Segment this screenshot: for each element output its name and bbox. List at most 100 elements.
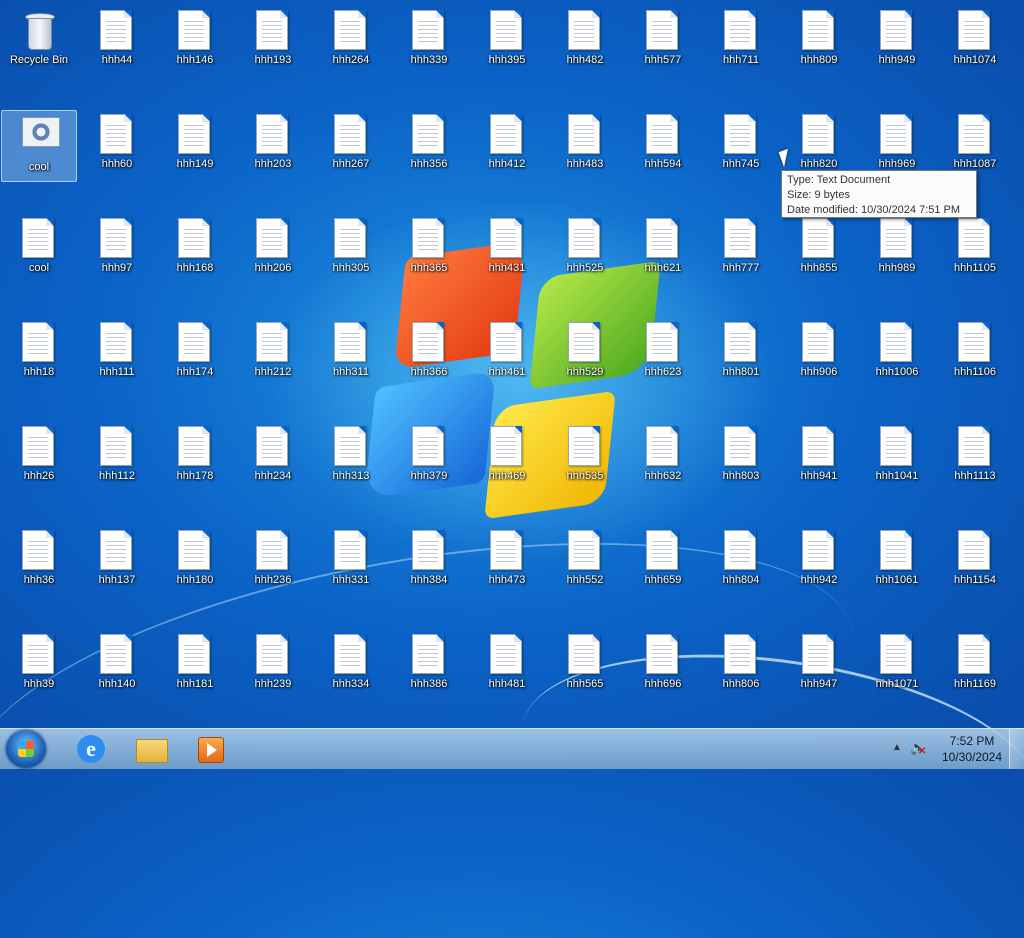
- desktop-icon[interactable]: hhh804: [703, 526, 779, 598]
- desktop-icon[interactable]: hhh1105: [937, 214, 1013, 286]
- desktop-icon[interactable]: hhh1154: [937, 526, 1013, 598]
- desktop-icon[interactable]: hhh313: [313, 422, 389, 494]
- desktop-icon[interactable]: hhh60: [79, 110, 155, 182]
- desktop-icon[interactable]: hhh525: [547, 214, 623, 286]
- desktop-icon[interactable]: hhh431: [469, 214, 545, 286]
- desktop-icon[interactable]: hhh97: [79, 214, 155, 286]
- desktop-icon[interactable]: hhh1106: [937, 318, 1013, 390]
- desktop-icon[interactable]: hhh1169: [937, 630, 1013, 702]
- clock[interactable]: 7:52 PM 10/30/2024: [936, 733, 1008, 765]
- desktop-icon[interactable]: hhh1074: [937, 6, 1013, 78]
- desktop-icon[interactable]: hhh659: [625, 526, 701, 598]
- desktop-icon[interactable]: hhh949: [859, 6, 935, 78]
- desktop-icon[interactable]: hhh594: [625, 110, 701, 182]
- desktop-icon[interactable]: hhh947: [781, 630, 857, 702]
- desktop-icon[interactable]: hhh174: [157, 318, 233, 390]
- desktop-icon[interactable]: hhh745: [703, 110, 779, 182]
- desktop-icon[interactable]: hhh239: [235, 630, 311, 702]
- desktop-icon[interactable]: hhh365: [391, 214, 467, 286]
- taskbar-media-player[interactable]: [184, 731, 238, 767]
- desktop-icon[interactable]: hhh803: [703, 422, 779, 494]
- desktop-icon[interactable]: hhh1006: [859, 318, 935, 390]
- desktop-icon[interactable]: hhh137: [79, 526, 155, 598]
- desktop-icon[interactable]: hhh206: [235, 214, 311, 286]
- desktop-icon[interactable]: hhh855: [781, 214, 857, 286]
- start-button[interactable]: [6, 730, 46, 768]
- desktop-icon[interactable]: cool: [1, 214, 77, 286]
- desktop-icon[interactable]: hhh395: [469, 6, 545, 78]
- desktop-icon[interactable]: hhh264: [313, 6, 389, 78]
- desktop-icon[interactable]: hhh386: [391, 630, 467, 702]
- desktop-icon[interactable]: hhh1061: [859, 526, 935, 598]
- desktop-icon[interactable]: hhh696: [625, 630, 701, 702]
- desktop-icon[interactable]: hhh481: [469, 630, 545, 702]
- desktop-icon[interactable]: hhh331: [313, 526, 389, 598]
- desktop-icon[interactable]: hhh379: [391, 422, 467, 494]
- desktop-icon[interactable]: hhh112: [79, 422, 155, 494]
- desktop-icon[interactable]: hhh529: [547, 318, 623, 390]
- desktop-icon-label: hhh366: [410, 366, 448, 378]
- desktop-icon[interactable]: hhh941: [781, 422, 857, 494]
- desktop-icon[interactable]: hhh39: [1, 630, 77, 702]
- show-hidden-icons-button[interactable]: ▲: [892, 742, 902, 753]
- desktop-icon[interactable]: hhh193: [235, 6, 311, 78]
- volume-muted-icon[interactable]: 🔈 ✕: [910, 741, 926, 758]
- desktop-icon[interactable]: hhh1113: [937, 422, 1013, 494]
- desktop-icon[interactable]: hhh366: [391, 318, 467, 390]
- desktop-icon[interactable]: hhh168: [157, 214, 233, 286]
- desktop-icon[interactable]: hhh305: [313, 214, 389, 286]
- desktop-icon[interactable]: hhh632: [625, 422, 701, 494]
- desktop-icon[interactable]: hhh809: [781, 6, 857, 78]
- desktop-icon[interactable]: hhh552: [547, 526, 623, 598]
- taskbar-windows-explorer[interactable]: [124, 731, 178, 767]
- desktop-icon[interactable]: hhh234: [235, 422, 311, 494]
- desktop-icon[interactable]: hhh906: [781, 318, 857, 390]
- desktop-icon[interactable]: hhh565: [547, 630, 623, 702]
- desktop-icon[interactable]: hhh236: [235, 526, 311, 598]
- desktop-icon[interactable]: hhh1041: [859, 422, 935, 494]
- media-player-icon: [198, 737, 224, 763]
- desktop-icon[interactable]: hhh267: [313, 110, 389, 182]
- text-document-icon: [334, 426, 368, 466]
- desktop-icon[interactable]: hhh942: [781, 526, 857, 598]
- desktop-icon[interactable]: hhh473: [469, 526, 545, 598]
- desktop-icon[interactable]: hhh339: [391, 6, 467, 78]
- desktop-icon[interactable]: hhh621: [625, 214, 701, 286]
- desktop-icon[interactable]: hhh149: [157, 110, 233, 182]
- desktop-icon[interactable]: hhh577: [625, 6, 701, 78]
- desktop-icon[interactable]: hhh356: [391, 110, 467, 182]
- show-desktop-button[interactable]: [1009, 729, 1024, 769]
- taskbar-internet-explorer[interactable]: e: [64, 731, 118, 767]
- desktop-icon[interactable]: Recycle Bin: [1, 6, 77, 78]
- desktop-icon[interactable]: cool: [1, 110, 77, 182]
- desktop-icon[interactable]: hhh212: [235, 318, 311, 390]
- desktop-icon[interactable]: hhh26: [1, 422, 77, 494]
- desktop-icon[interactable]: hhh146: [157, 6, 233, 78]
- desktop-icon[interactable]: hhh469: [469, 422, 545, 494]
- desktop-icon[interactable]: hhh412: [469, 110, 545, 182]
- desktop-icon[interactable]: hhh334: [313, 630, 389, 702]
- desktop-icon[interactable]: hhh777: [703, 214, 779, 286]
- desktop-icon[interactable]: hhh36: [1, 526, 77, 598]
- desktop-icon[interactable]: hhh111: [79, 318, 155, 390]
- desktop-icon[interactable]: hhh801: [703, 318, 779, 390]
- desktop-icon[interactable]: hhh482: [547, 6, 623, 78]
- desktop-icon[interactable]: hhh44: [79, 6, 155, 78]
- text-document-icon: [334, 530, 368, 570]
- desktop-icon[interactable]: hhh483: [547, 110, 623, 182]
- desktop-icon[interactable]: hhh203: [235, 110, 311, 182]
- desktop-icon[interactable]: hhh461: [469, 318, 545, 390]
- desktop-icon[interactable]: hhh181: [157, 630, 233, 702]
- desktop-icon[interactable]: hhh178: [157, 422, 233, 494]
- desktop-icon[interactable]: hhh180: [157, 526, 233, 598]
- desktop-icon[interactable]: hhh384: [391, 526, 467, 598]
- desktop-icon[interactable]: hhh18: [1, 318, 77, 390]
- desktop-icon[interactable]: hhh1071: [859, 630, 935, 702]
- desktop-icon[interactable]: hhh806: [703, 630, 779, 702]
- desktop-icon[interactable]: hhh989: [859, 214, 935, 286]
- desktop-icon[interactable]: hhh311: [313, 318, 389, 390]
- desktop-icon[interactable]: hhh140: [79, 630, 155, 702]
- desktop-icon[interactable]: hhh623: [625, 318, 701, 390]
- desktop-icon[interactable]: hhh711: [703, 6, 779, 78]
- desktop-icon[interactable]: hhh535: [547, 422, 623, 494]
